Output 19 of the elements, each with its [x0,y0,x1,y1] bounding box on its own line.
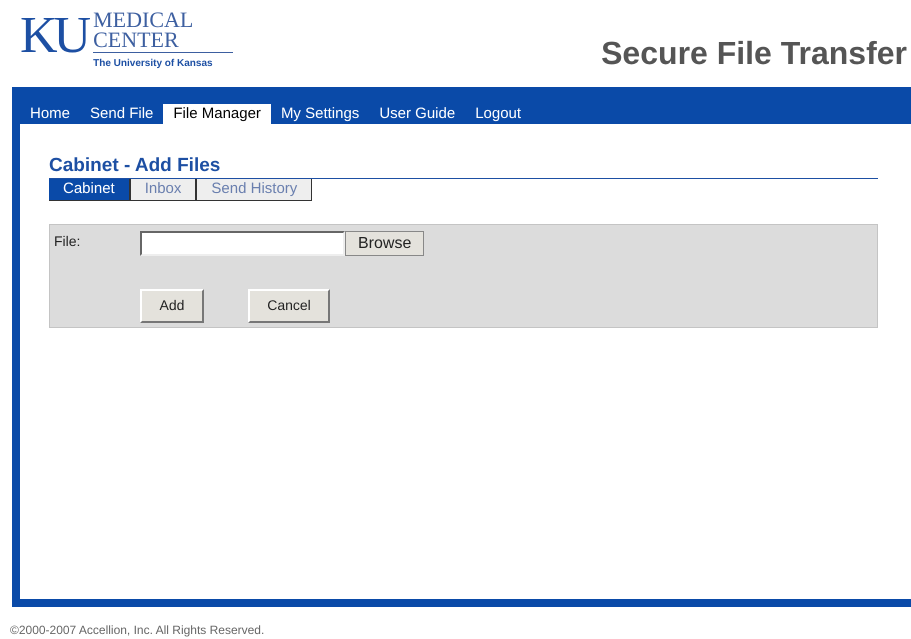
logo-text: CENTER [93,30,234,53]
logo-text: MEDICAL [93,10,194,30]
nav-tab[interactable]: My Settings [270,104,370,124]
nav-tab[interactable]: Home [20,104,80,124]
nav-tab[interactable]: File Manager [163,104,271,124]
nav-tab[interactable]: User Guide [369,104,466,124]
header-title: Secure File Transfer [601,34,907,73]
nav-tab[interactable]: Send File [80,104,164,124]
copyright-text: ©2000-2007 Accellion, Inc. All Rights Reserved. [10,622,266,639]
browse-button[interactable]: Browse [345,230,424,256]
cancel-button[interactable]: Cancel [248,288,330,323]
nav-tab[interactable]: Logout [465,104,532,124]
sub-tab[interactable]: Cabinet [49,178,130,201]
file-field[interactable] [140,230,345,256]
add-button[interactable]: Add [140,288,204,323]
page-title: Cabinet - Add Files [49,154,222,178]
logo-mark: KU [20,6,88,66]
logo-subtitle: The University of Kansas [93,57,214,71]
file-label: File: [54,232,82,251]
